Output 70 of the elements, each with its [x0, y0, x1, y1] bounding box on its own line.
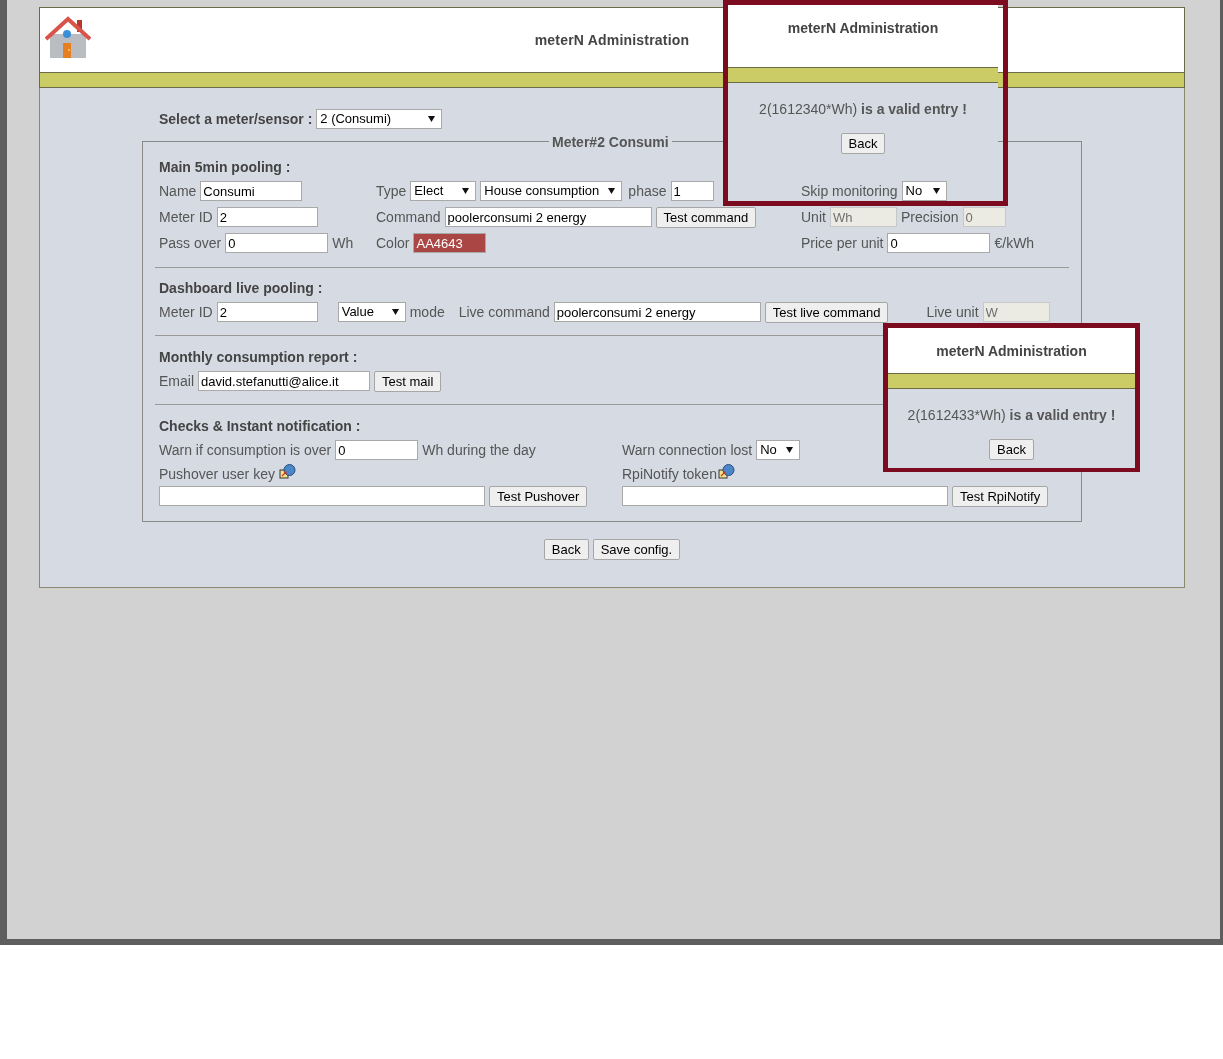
- field-label: Color: [376, 233, 410, 253]
- popup-message: 2(1612340*Wh) is a valid entry !: [759, 100, 967, 119]
- popup-title: meterN Administration: [936, 342, 1087, 361]
- field-label: RpiNotify token: [622, 465, 717, 484]
- back-button[interactable]: Back: [840, 133, 886, 154]
- field-label: Live command: [458, 302, 550, 322]
- caret-icon: [428, 116, 436, 122]
- field-label: Pushover user key: [159, 465, 275, 484]
- field-label: Type: [376, 181, 407, 201]
- mode-select[interactable]: Value: [337, 302, 406, 322]
- field-label: Meter ID: [159, 207, 213, 227]
- type-select[interactable]: Elect: [410, 181, 477, 201]
- globe-icon: [278, 464, 296, 480]
- test-rpinotify-button[interactable]: Test RpiNotify: [952, 485, 1049, 507]
- action-button[interactable]: Save config.: [592, 539, 681, 560]
- page-title: meterN Administration: [534, 30, 690, 50]
- text-input[interactable]: Consumi: [200, 181, 303, 201]
- field-label: Price per unit: [801, 233, 884, 253]
- field-label: Skip monitoring: [801, 181, 898, 201]
- section-heading: Checks & Instant notification :: [159, 416, 361, 436]
- text-input[interactable]: 2: [216, 302, 318, 322]
- field-label: Warn connection lost: [622, 440, 753, 460]
- color-input[interactable]: AA4643: [413, 233, 487, 253]
- text-input[interactable]: 0: [225, 233, 329, 253]
- text-input[interactable]: 1: [670, 181, 714, 201]
- field-label: Unit: [801, 207, 826, 227]
- meter-select[interactable]: 2 (Consumi): [316, 109, 443, 129]
- text-input[interactable]: poolerconsumi 2 energy: [444, 207, 652, 227]
- house-icon[interactable]: [45, 16, 91, 58]
- section-heading: Main 5min pooling :: [159, 157, 291, 177]
- field-label: Wh: [332, 233, 354, 253]
- field-label: Precision: [900, 207, 959, 227]
- back-button[interactable]: Back: [989, 439, 1034, 460]
- field-label: Command: [376, 207, 441, 227]
- field-label: phase: [628, 181, 667, 201]
- caret-icon: [391, 309, 399, 315]
- token-input[interactable]: [622, 486, 948, 506]
- field-label: Name: [159, 181, 197, 201]
- text-input[interactable]: 0: [887, 233, 991, 253]
- field-label: mode: [409, 302, 445, 322]
- popup-title: meterN Administration: [787, 19, 939, 38]
- text-input[interactable]: 0: [335, 440, 419, 460]
- section-heading: Monthly consumption report :: [159, 347, 358, 367]
- action-button[interactable]: Back: [543, 539, 589, 560]
- caret-icon: [932, 188, 940, 194]
- caret-icon: [608, 188, 616, 194]
- caret-icon: [786, 447, 794, 453]
- field-label: Warn if consumption is over: [159, 440, 332, 460]
- field-label: Select a meter/sensor :: [159, 109, 313, 129]
- caret-icon: [462, 188, 470, 194]
- field-label: Live unit: [926, 302, 979, 322]
- field-label: Email: [159, 371, 194, 391]
- test-button[interactable]: Test live command: [764, 301, 889, 323]
- field-label: Pass over: [159, 233, 222, 253]
- test-button[interactable]: Test command: [655, 206, 757, 228]
- key-input[interactable]: [159, 486, 485, 506]
- field-label: Wh during the day: [422, 440, 536, 460]
- connection-select[interactable]: No: [756, 440, 801, 460]
- email-input[interactable]: david.stefanutti@alice.it: [198, 371, 370, 391]
- test-mail-button[interactable]: Test mail: [374, 370, 442, 392]
- text-input[interactable]: 2: [216, 207, 318, 227]
- globe-icon: [717, 464, 735, 480]
- field-label: €/kWh: [994, 233, 1035, 253]
- popup-message: 2(1612433*Wh) is a valid entry !: [907, 406, 1116, 425]
- section-heading: Dashboard live pooling :: [159, 278, 323, 298]
- field-label: Meter ID: [159, 302, 213, 322]
- text-input[interactable]: poolerconsumi 2 energy: [553, 302, 761, 322]
- skip-select[interactable]: No: [901, 181, 947, 201]
- type-detail-select[interactable]: House consumption: [480, 181, 623, 201]
- test-pushover-button[interactable]: Test Pushover: [489, 485, 588, 507]
